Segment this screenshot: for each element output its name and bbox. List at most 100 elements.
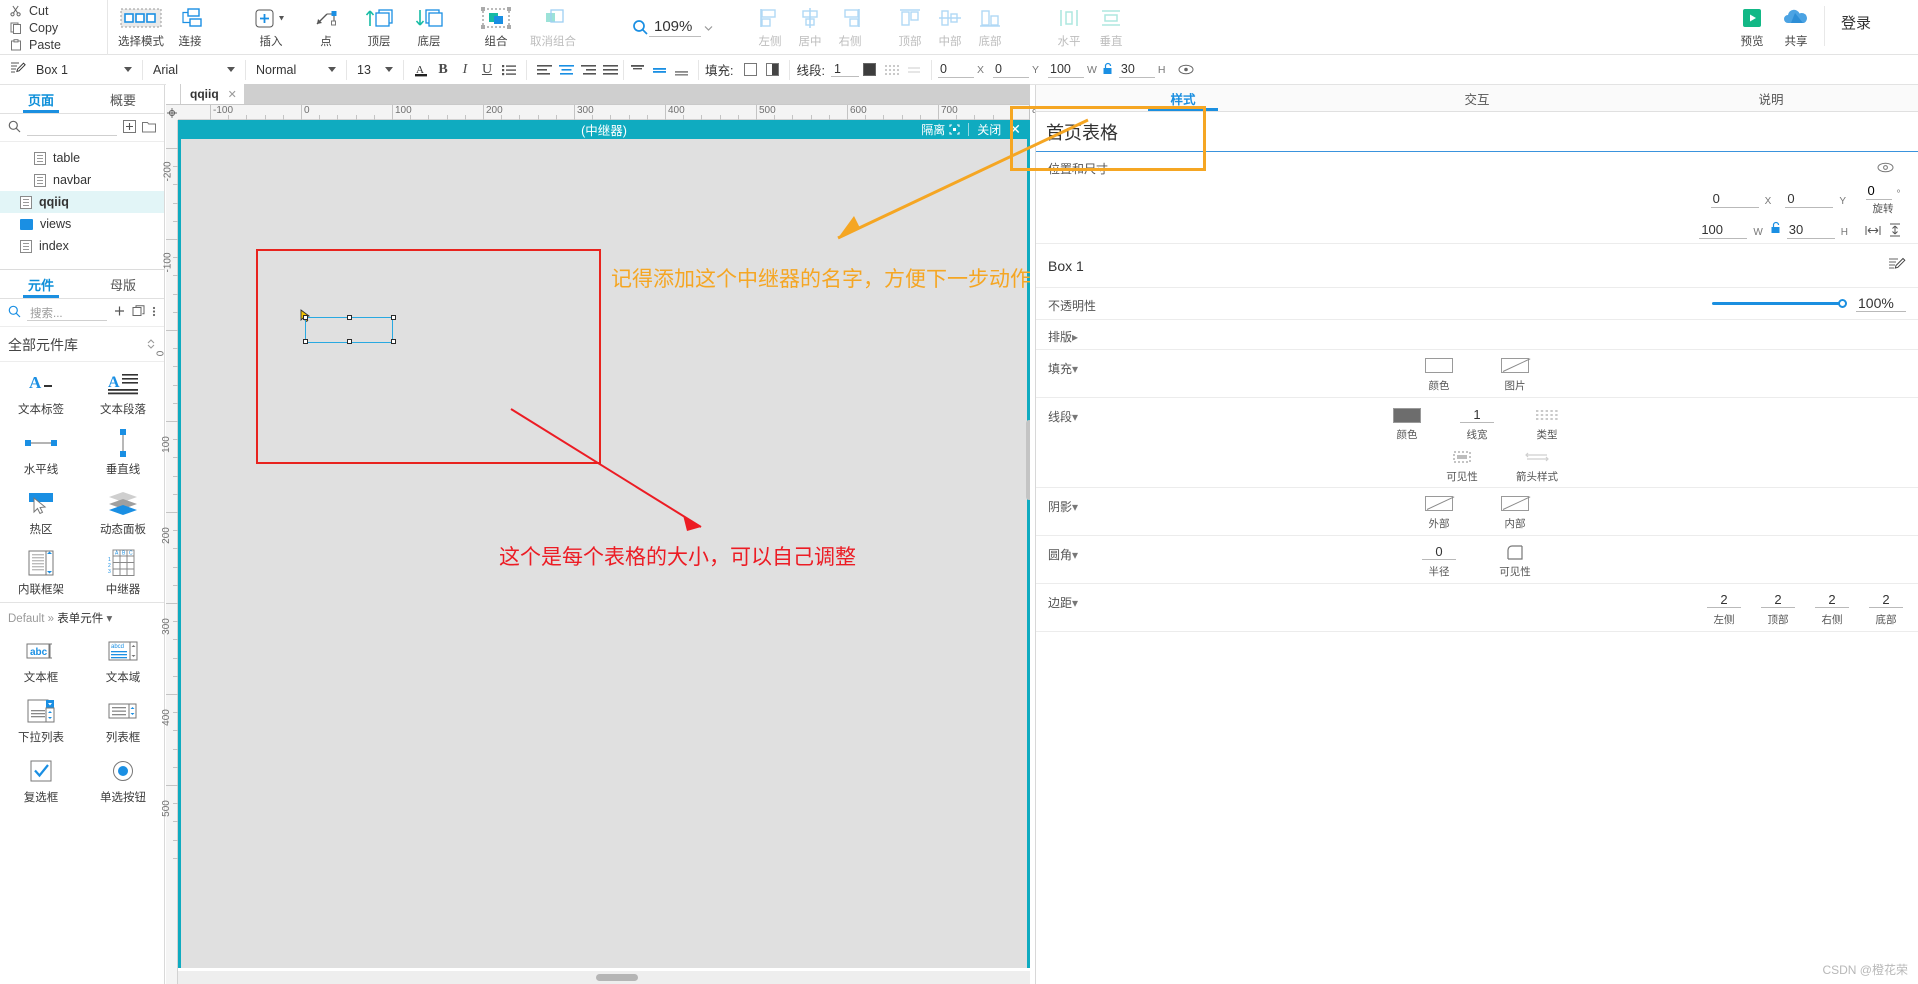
fit-height-icon[interactable]: [1884, 223, 1906, 237]
style-edit-icon[interactable]: [10, 61, 26, 78]
shadow-inner-button[interactable]: 内部: [1492, 493, 1538, 531]
select-mode-button[interactable]: 选择模式: [118, 0, 164, 55]
padding-top-field[interactable]: 2 顶部: [1758, 589, 1798, 627]
rotation-field[interactable]: ° 旋转: [1860, 182, 1906, 216]
lock-aspect-icon[interactable]: [1102, 62, 1114, 78]
paste-button[interactable]: Paste: [10, 36, 107, 53]
bullet-list-icon[interactable]: [498, 60, 520, 80]
align-center-icon[interactable]: [555, 60, 577, 80]
search-icon[interactable]: [8, 305, 21, 321]
italic-icon[interactable]: I: [454, 60, 476, 80]
underline-icon[interactable]: U: [476, 60, 498, 80]
artboard[interactable]: 这个是每个表格的大小，可以自己调整 记得添加这个中继器的名字，方便下一步动作: [178, 139, 1030, 968]
font-color-icon[interactable]: A: [410, 60, 432, 80]
width-field[interactable]: W: [1699, 221, 1765, 239]
align-top-button[interactable]: 顶部: [890, 0, 930, 55]
section-layout[interactable]: 排版▸: [1036, 320, 1918, 350]
fit-width-icon[interactable]: [1862, 224, 1884, 237]
preview-button[interactable]: 预览: [1730, 0, 1774, 55]
point-button[interactable]: 点: [304, 0, 348, 55]
tree-item-qqiiq[interactable]: qqiiq: [0, 191, 164, 213]
padding-left-field[interactable]: 2 左侧: [1704, 589, 1744, 627]
widget-inline-frame[interactable]: 内联框架: [0, 542, 82, 602]
align-right-icon[interactable]: [577, 60, 599, 80]
shadow-outer-button[interactable]: 外部: [1416, 493, 1462, 531]
tab-widgets[interactable]: 元件: [0, 270, 82, 298]
vertical-scrollbar-thumb[interactable]: [1026, 420, 1030, 500]
w-input[interactable]: [1048, 61, 1084, 78]
h-input[interactable]: [1118, 61, 1155, 78]
share-button[interactable]: 共享: [1774, 0, 1818, 55]
library-title[interactable]: 全部元件库: [0, 327, 164, 362]
close-icon[interactable]: ✕: [228, 88, 237, 101]
ungroup-button[interactable]: 取消组合: [522, 0, 584, 55]
visibility-eye-icon[interactable]: [1175, 60, 1197, 80]
widget-textarea[interactable]: abcd 文本域: [82, 630, 164, 690]
bring-front-button[interactable]: 顶层: [354, 0, 404, 55]
add-library-icon[interactable]: [113, 305, 126, 321]
y-input[interactable]: [1785, 190, 1834, 208]
horizontal-scrollbar[interactable]: [178, 971, 1030, 984]
font-weight-select[interactable]: Normal: [252, 59, 340, 81]
align-left-button[interactable]: 左侧: [750, 0, 790, 55]
opacity-slider[interactable]: [1712, 299, 1847, 308]
line-style-icon[interactable]: [881, 60, 903, 80]
valign-bottom-icon[interactable]: [670, 60, 692, 80]
tab-interaction[interactable]: 交互: [1330, 85, 1624, 111]
fill-gradient-swatch[interactable]: [761, 60, 783, 80]
visibility-eye-icon[interactable]: [1877, 162, 1894, 176]
w-input[interactable]: [1699, 221, 1748, 239]
height-field[interactable]: H: [1786, 221, 1858, 239]
line-width-value[interactable]: 1: [830, 62, 859, 77]
slider-knob[interactable]: [1838, 299, 1847, 308]
tab-masters[interactable]: 母版: [82, 270, 164, 298]
tree-item-navbar[interactable]: navbar: [0, 169, 164, 191]
insert-button[interactable]: 插入: [238, 0, 304, 55]
x-input[interactable]: [937, 61, 974, 78]
ruler-origin-icon[interactable]: [166, 105, 178, 120]
resize-handle[interactable]: [303, 339, 308, 344]
pages-search-input[interactable]: [27, 120, 117, 136]
search-icon[interactable]: [8, 120, 21, 136]
add-page-icon[interactable]: [123, 119, 136, 136]
canvas-tab-qqiiq[interactable]: qqiiq ✕: [180, 84, 245, 104]
chevron-down-icon[interactable]: [704, 21, 713, 35]
font-size-select[interactable]: 13: [353, 59, 397, 81]
widget-checkbox[interactable]: 复选框: [0, 750, 82, 810]
line-color-swatch[interactable]: [859, 60, 881, 80]
x-field[interactable]: X: [1710, 190, 1782, 208]
widget-radio[interactable]: 单选按钮: [82, 750, 164, 810]
selected-widget[interactable]: [303, 315, 396, 344]
valign-top-icon[interactable]: [626, 60, 648, 80]
more-options-icon[interactable]: [152, 305, 156, 321]
align-left-icon[interactable]: [533, 60, 555, 80]
distribute-h-button[interactable]: 水平: [1048, 0, 1090, 55]
form-section-header[interactable]: Default » 表单元件 ▾: [0, 602, 164, 630]
align-middle-button[interactable]: 中部: [930, 0, 970, 55]
scrollbar-thumb[interactable]: [596, 974, 638, 981]
arrow-style-icon[interactable]: [903, 60, 925, 80]
valign-middle-icon[interactable]: [648, 60, 670, 80]
lock-aspect-icon[interactable]: [1770, 221, 1782, 237]
widget-hotspot[interactable]: 热区: [0, 482, 82, 542]
tab-pages[interactable]: 页面: [0, 85, 82, 113]
connect-button[interactable]: 连接: [164, 0, 216, 55]
line-color-button[interactable]: 颜色: [1384, 404, 1430, 442]
resize-handle[interactable]: [303, 315, 308, 320]
line-width-field[interactable]: 1 线宽: [1454, 404, 1500, 442]
corner-radius-field[interactable]: 0 半径: [1416, 541, 1462, 579]
y-input[interactable]: [992, 61, 1029, 78]
fill-image-button[interactable]: 图片: [1492, 355, 1538, 393]
opacity-value[interactable]: 100%: [1856, 295, 1906, 312]
fill-color-button[interactable]: 颜色: [1416, 355, 1462, 393]
rotation-input[interactable]: [1865, 182, 1892, 200]
align-center-button[interactable]: 居中: [790, 0, 830, 55]
copy-button[interactable]: Copy: [10, 19, 107, 36]
line-type-button[interactable]: 类型: [1524, 404, 1570, 442]
widget-dropdown[interactable]: 下拉列表: [0, 690, 82, 750]
resize-handle[interactable]: [391, 315, 396, 320]
corner-visibility-button[interactable]: 可见性: [1492, 541, 1538, 579]
x-input[interactable]: [1710, 190, 1759, 208]
widget-textbox[interactable]: abc 文本框: [0, 630, 82, 690]
tree-item-views[interactable]: views: [0, 213, 164, 235]
